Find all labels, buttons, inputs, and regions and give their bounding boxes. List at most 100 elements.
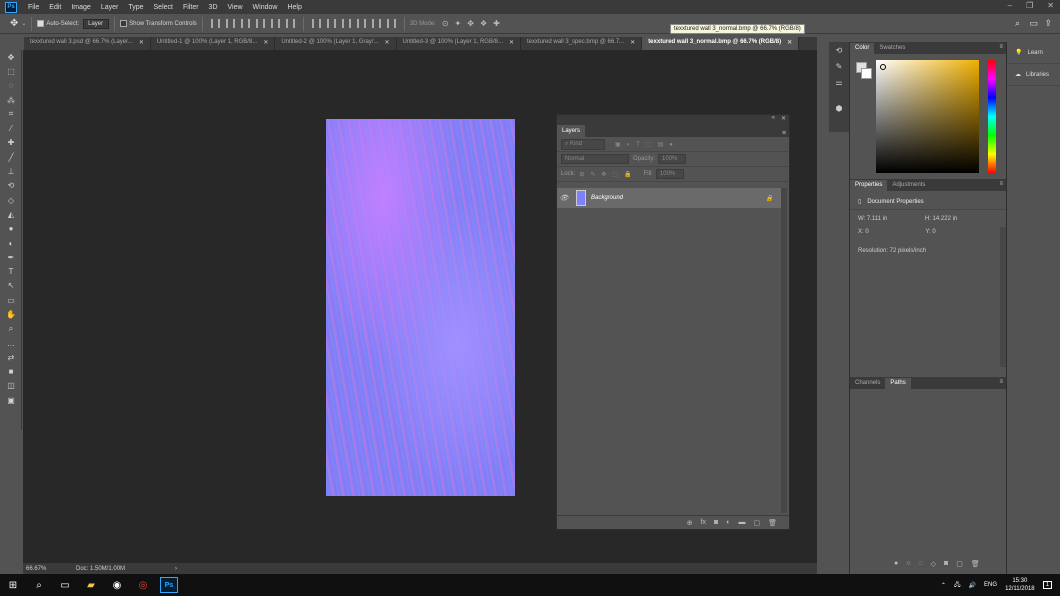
- move-icon[interactable]: ✥: [10, 18, 18, 29]
- chevron-down-icon[interactable]: ⌄: [21, 20, 26, 27]
- doc-tab-1[interactable]: texxtured wall 3.psd @ 66.7% (Layer... ✕: [24, 37, 151, 50]
- zoom-level[interactable]: 66.67%: [26, 566, 66, 572]
- new-layer-icon[interactable]: ▢: [753, 519, 760, 527]
- collapse-icon[interactable]: «: [772, 115, 775, 123]
- distribute-left-icon[interactable]: [356, 19, 366, 28]
- close-icon[interactable]: ✕: [630, 39, 635, 48]
- fill-path-icon[interactable]: ●: [894, 560, 898, 568]
- panel-menu-icon[interactable]: ≡: [999, 181, 1003, 187]
- menu-layer[interactable]: Layer: [96, 4, 124, 11]
- task-view-icon[interactable]: ▭: [52, 574, 78, 596]
- trash-icon[interactable]: 🗑: [768, 519, 777, 527]
- eyedropper-tool-icon[interactable]: ⁄: [0, 121, 22, 135]
- status-menu-arrow[interactable]: ›: [175, 566, 177, 572]
- align-bottom-icon[interactable]: [240, 19, 250, 28]
- doc-tab-4[interactable]: Untitled-3 @ 100% (Layer 1, RGB/8... ✕: [397, 37, 522, 50]
- rectangle-tool-icon[interactable]: ▭: [0, 293, 22, 307]
- align-left-icon[interactable]: [255, 19, 265, 28]
- close-icon[interactable]: ✕: [781, 115, 786, 123]
- new-path-icon[interactable]: ▢: [956, 560, 963, 568]
- y-value[interactable]: 0: [932, 229, 935, 235]
- notification-badge[interactable]: 1: [1042, 581, 1052, 589]
- paint-bucket-tool-icon[interactable]: ◭: [0, 207, 22, 221]
- learn-button[interactable]: 💡 Learn: [1007, 42, 1060, 64]
- dodge-tool-icon[interactable]: ◐: [0, 236, 22, 250]
- menu-3d[interactable]: 3D: [204, 4, 223, 11]
- color-picker-ring[interactable]: [880, 64, 886, 70]
- tab-channels[interactable]: Channels: [850, 378, 885, 389]
- color-swap-tool-icon[interactable]: ⇄: [0, 350, 22, 364]
- trash-icon[interactable]: 🗑: [971, 560, 980, 568]
- fill-field[interactable]: 100%: [655, 169, 684, 179]
- restore-button[interactable]: ❐: [1026, 1, 1033, 10]
- quick-mask-tool-icon[interactable]: ◫: [0, 379, 22, 393]
- workspace-icon[interactable]: ▭: [1029, 18, 1038, 29]
- windows-start-icon[interactable]: ⊞: [0, 574, 26, 596]
- opacity-field[interactable]: 100%: [658, 154, 687, 164]
- close-icon[interactable]: ✕: [509, 39, 514, 48]
- blend-mode-dropdown[interactable]: Normal: [561, 154, 629, 164]
- brush-settings-icon[interactable]: ✎: [829, 58, 849, 74]
- pen-tool-icon[interactable]: ✒: [0, 250, 22, 264]
- stroke-path-icon[interactable]: ○: [906, 560, 910, 568]
- align-top-icon[interactable]: [210, 19, 220, 28]
- menu-help[interactable]: Help: [282, 4, 306, 11]
- chrome-icon[interactable]: ◎: [130, 574, 156, 596]
- group-icon[interactable]: ▬: [738, 519, 745, 526]
- unreal-engine-icon[interactable]: ◉: [104, 574, 130, 596]
- distribute-hcenter-icon[interactable]: [371, 19, 381, 28]
- tab-layers[interactable]: Layers: [557, 125, 586, 137]
- distribute-right-icon[interactable]: [386, 19, 396, 28]
- document-canvas-normal-map[interactable]: [326, 119, 515, 496]
- menu-window[interactable]: Window: [248, 4, 283, 11]
- volume-icon[interactable]: 🔊: [969, 582, 976, 589]
- chevron-up-icon[interactable]: ⌃: [941, 582, 946, 589]
- magic-wand-tool-icon[interactable]: ⁂: [0, 93, 22, 107]
- search-icon[interactable]: ⌕: [1015, 18, 1020, 29]
- healing-tool-icon[interactable]: ✚: [0, 136, 22, 150]
- menu-select[interactable]: Select: [149, 4, 178, 11]
- layers-scrollbar[interactable]: [781, 188, 787, 513]
- eye-icon[interactable]: 👁: [557, 194, 571, 202]
- panel-menu-icon[interactable]: ≡: [999, 379, 1003, 385]
- type-tool-icon[interactable]: T: [0, 264, 22, 278]
- file-explorer-icon[interactable]: ▰: [78, 574, 104, 596]
- tab-properties[interactable]: Properties: [850, 180, 888, 191]
- w-value[interactable]: 7.111 in: [867, 216, 925, 222]
- close-icon[interactable]: ✕: [139, 39, 144, 48]
- align-vcenter-icon[interactable]: [225, 19, 235, 28]
- tab-swatches[interactable]: Swatches: [874, 43, 910, 54]
- crop-tool-icon[interactable]: ⌗: [0, 107, 22, 121]
- x-value[interactable]: 0: [865, 229, 925, 235]
- menu-filter[interactable]: Filter: [178, 4, 204, 11]
- adjust-icon[interactable]: ⚌: [829, 74, 849, 90]
- tab-color[interactable]: Color: [850, 43, 875, 54]
- 3d-icon[interactable]: ⬢: [829, 100, 849, 116]
- layer-row-background[interactable]: 👁 Background 🔒: [557, 188, 781, 208]
- color-field[interactable]: [876, 60, 979, 173]
- distribute-bottom-icon[interactable]: [341, 19, 351, 28]
- brush-tool-icon[interactable]: ╱: [0, 150, 22, 164]
- zoom-tool-icon[interactable]: ⌕: [0, 322, 22, 336]
- filter-icons[interactable]: ▣◐T⬚▤●: [615, 141, 679, 148]
- libraries-button[interactable]: ☁ Libraries: [1007, 64, 1060, 86]
- hand-tool-icon[interactable]: ✋: [0, 307, 22, 321]
- eraser-tool-icon[interactable]: ◇: [0, 193, 22, 207]
- filter-kind-dropdown[interactable]: ⌕ Kind: [561, 138, 605, 150]
- menu-image[interactable]: Image: [66, 4, 95, 11]
- menu-edit[interactable]: Edit: [44, 4, 66, 11]
- transform-controls-checkbox[interactable]: [120, 20, 128, 27]
- search-icon[interactable]: ⌕: [26, 574, 52, 596]
- lock-icons[interactable]: ⊞✎✥⬚🔒: [579, 171, 637, 178]
- close-icon[interactable]: ✕: [384, 39, 389, 48]
- auto-select-checkbox[interactable]: [37, 20, 45, 27]
- clock[interactable]: 15:30 12/11/2018: [1005, 577, 1035, 593]
- panel-menu-icon[interactable]: ≡: [782, 130, 786, 137]
- make-path-icon[interactable]: ◇: [931, 560, 936, 568]
- history-icon[interactable]: ⟲: [829, 42, 849, 58]
- doc-tab-5[interactable]: texxtured wall 3_spec.bmp @ 66.7... ✕: [521, 37, 643, 50]
- marquee-tool-icon[interactable]: ⬚: [0, 64, 22, 78]
- align-right-icon[interactable]: [285, 19, 295, 28]
- load-selection-icon[interactable]: ◌: [918, 560, 922, 568]
- menu-type[interactable]: Type: [123, 4, 148, 11]
